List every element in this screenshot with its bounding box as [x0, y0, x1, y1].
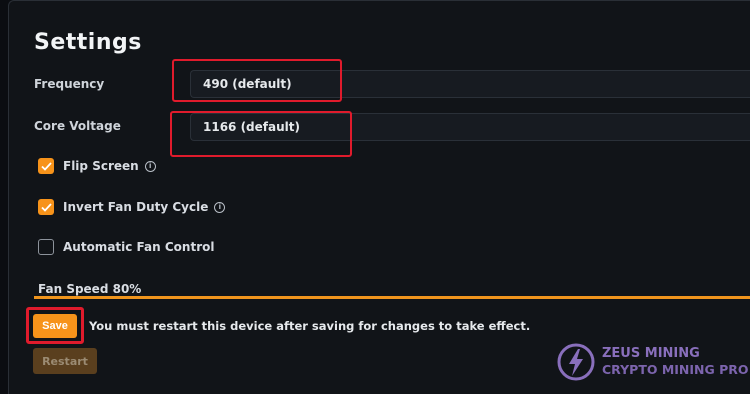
flip-screen-checkbox[interactable] — [38, 158, 54, 174]
automatic-fan-control-checkbox[interactable] — [38, 239, 54, 255]
flip-screen-option[interactable]: Flip Screen i — [38, 157, 156, 175]
invert-fan-duty-cycle-checkbox[interactable] — [38, 199, 54, 215]
flip-screen-label: Flip Screen — [63, 159, 139, 173]
info-icon[interactable]: i — [144, 160, 156, 172]
fan-speed-slider[interactable] — [34, 296, 750, 299]
watermark-line-2: CRYPTO MINING PRO — [602, 362, 749, 377]
frequency-highlight-box — [172, 59, 342, 102]
core-voltage-highlight-box — [170, 111, 352, 157]
page-title: Settings — [34, 30, 142, 55]
save-button[interactable]: Save — [33, 314, 77, 338]
invert-fan-duty-cycle-option[interactable]: Invert Fan Duty Cycle i — [38, 198, 226, 216]
settings-panel — [8, 0, 750, 394]
fan-speed-label: Fan Speed 80% — [38, 282, 142, 296]
checkmark-icon — [40, 161, 52, 171]
zeus-mining-watermark: ZEUS MINING CRYPTO MINING PRO — [556, 342, 749, 382]
automatic-fan-control-label: Automatic Fan Control — [63, 240, 215, 254]
lightning-logo-icon — [557, 343, 595, 381]
watermark-line-1: ZEUS MINING — [602, 346, 700, 361]
info-icon[interactable]: i — [214, 201, 226, 213]
core-voltage-label: Core Voltage — [34, 119, 121, 133]
restart-notice: You must restart this device after savin… — [89, 319, 531, 333]
automatic-fan-control-option[interactable]: Automatic Fan Control — [38, 238, 214, 256]
restart-button[interactable]: Restart — [33, 348, 97, 374]
checkmark-icon — [40, 202, 52, 212]
frequency-label: Frequency — [34, 77, 105, 91]
invert-fan-duty-cycle-label: Invert Fan Duty Cycle — [63, 200, 209, 214]
